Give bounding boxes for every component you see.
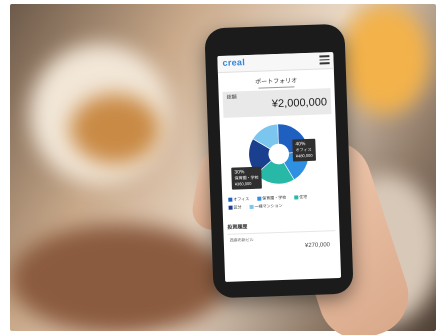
legend-swatch	[294, 195, 299, 200]
legend-item: 区分	[228, 203, 245, 212]
chart-legend: オフィス 保育園・学校 住宅区分 一棟マンション	[228, 192, 332, 212]
phone-screen: creal ポートフォリオ 総額 ¥2,000,000 40% オフィス ¥48…	[217, 52, 342, 282]
photo: creal ポートフォリオ 総額 ¥2,000,000 40% オフィス ¥48…	[0, 0, 444, 335]
history-row-amount: ¥270,000	[304, 242, 331, 250]
juice-glass-blur	[340, 4, 430, 114]
history-title: 投資履歴	[227, 224, 248, 231]
legend-label: 一棟マンション	[254, 202, 283, 209]
legend-swatch	[228, 205, 233, 210]
callout-office-name: オフィス	[295, 146, 312, 153]
history-row[interactable]: 西麻布新ビル ¥270,000	[227, 230, 337, 257]
smartphone: creal ポートフォリオ 総額 ¥2,000,000 40% オフィス ¥48…	[204, 23, 354, 299]
callout-office: 40% オフィス ¥480,000	[292, 138, 316, 162]
legend-item: 住宅	[294, 193, 311, 202]
app-header: creal	[217, 52, 334, 74]
total-card: 総額 ¥2,000,000	[222, 88, 332, 118]
legend-swatch	[228, 197, 233, 202]
legend-label: 区分	[233, 204, 242, 210]
hamburger-icon[interactable]	[319, 55, 330, 65]
legend-label: 住宅	[299, 194, 308, 200]
legend-swatch	[249, 204, 254, 209]
app-logo: creal	[222, 57, 246, 68]
total-value: ¥2,000,000	[271, 96, 328, 111]
table-blur	[10, 224, 230, 331]
callout-school-name: 保育園・学校	[234, 174, 259, 181]
callout-school: 30% 保育園・学校 ¥360,000	[231, 166, 262, 190]
total-label: 総額	[226, 94, 237, 101]
legend-item: 一棟マンション	[249, 202, 286, 211]
callout-school-amount: ¥360,000	[234, 180, 252, 187]
food-blur	[70, 94, 160, 164]
history-row-name: 西麻布新ビル	[229, 236, 254, 243]
callout-office-amount: ¥480,000	[295, 152, 313, 159]
legend-swatch	[257, 196, 262, 201]
